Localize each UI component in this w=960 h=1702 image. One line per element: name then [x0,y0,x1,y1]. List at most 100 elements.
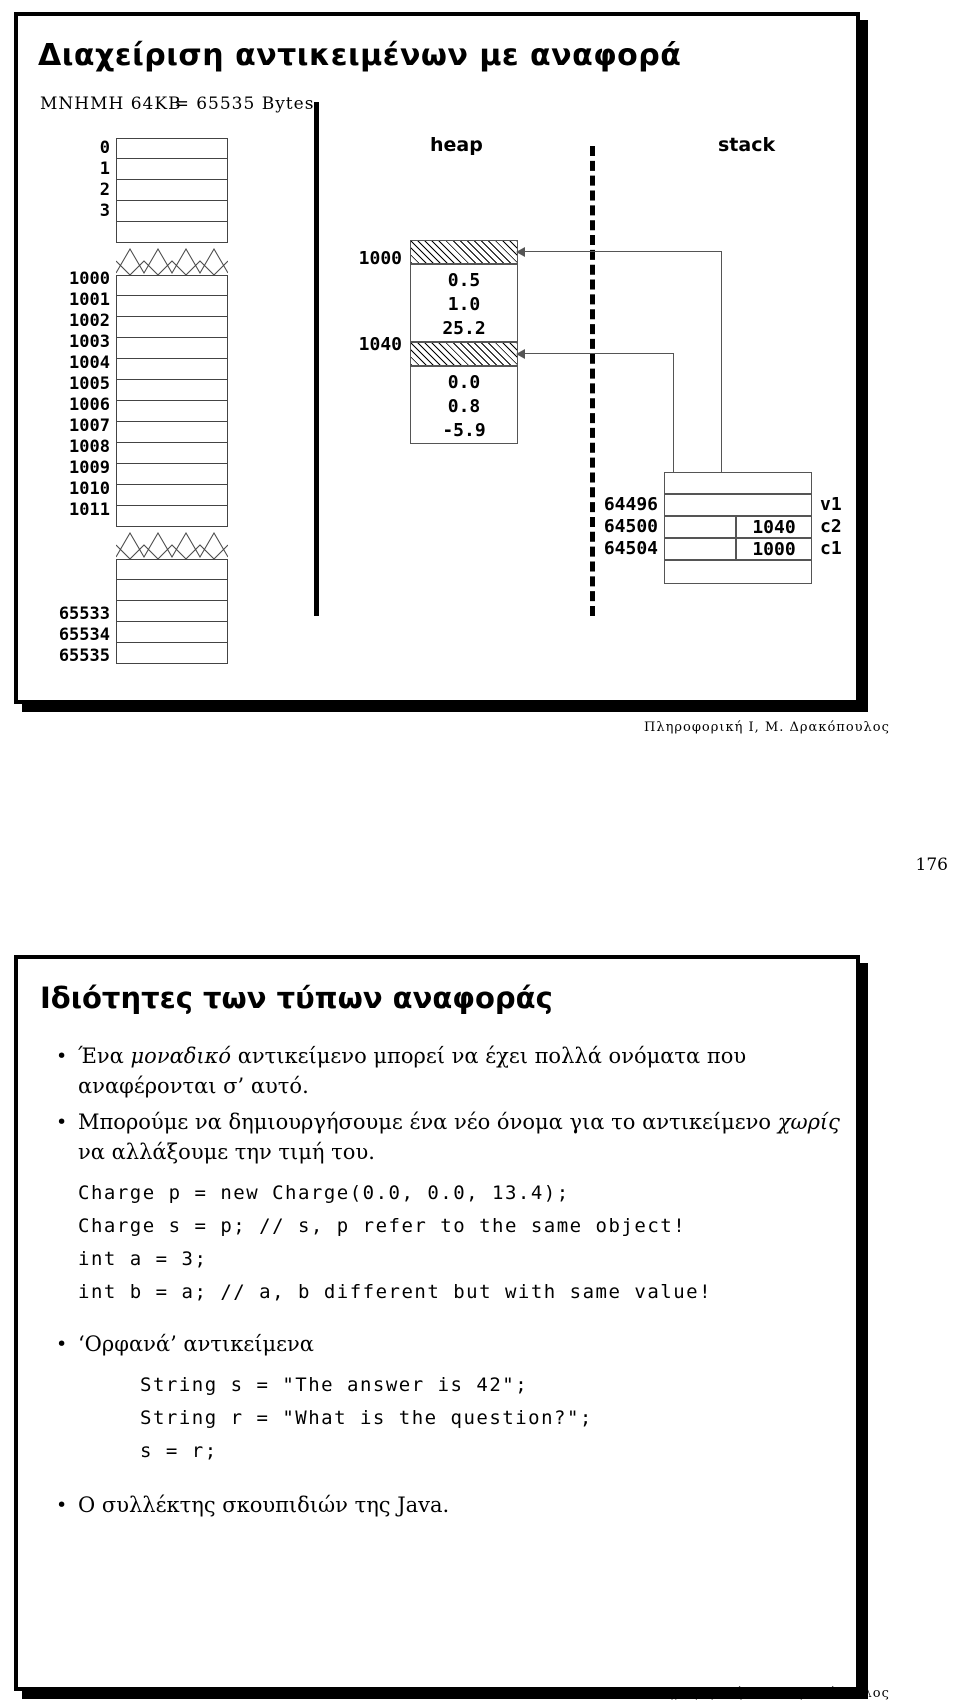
heap-value: 1.0 [447,294,481,315]
slide1-shadow-right [860,20,868,712]
bullet4-text: Ο συλλέκτης σκουπιδιών της Java. [78,1493,450,1517]
memory-cell [116,180,228,201]
memory-label: 3 [99,201,110,221]
bullet3-text: ‘Ορφανά’ αντικείμενα [78,1332,314,1356]
code-block-1: Charge p = new Charge(0.0, 0.0, 13.4); C… [78,1177,844,1309]
stack-header: stack [718,134,776,156]
stack-cell-c1-value: 1000 [736,538,812,560]
stack-address: 64500 [603,516,658,537]
stack-cell-c2-value: 1040 [736,516,812,538]
heap-object-1: 0.5 1.0 25.2 [410,264,518,342]
memory-cell [116,643,228,664]
slide-reference-properties: Ιδιότητες των τύπων αναφοράς Ένα μοναδικ… [14,955,860,1691]
memory-cell [116,622,228,643]
memory-cell [116,580,228,601]
code-block-2: String s = "The answer is 42"; String r … [140,1369,844,1468]
memory-label: 1002 [69,311,110,331]
heap-value: 25.2 [442,318,486,339]
memory-cell [116,138,228,159]
pointer-wire-c2-horizontal [522,353,674,354]
page-number: 176 [915,855,948,875]
bullet1-part-a: Ένα [78,1044,131,1068]
memory-break-zigzag [116,532,228,559]
stack-cell-c2-left [664,516,736,538]
stack-var-name-c1: c1 [820,538,842,559]
memory-cell [116,359,228,380]
memory-label: 65533 [58,604,110,624]
memory-cell [116,559,228,580]
bullet-item-1: Ένα μοναδικό αντικείμενο μπορεί να έχει … [44,1041,844,1101]
code-line: Charge s = p; // s, p refer to the same … [78,1215,687,1237]
slide2-shadow-right [860,963,868,1699]
memory-label: 65535 [58,646,110,666]
heap-value: 0.8 [447,396,481,417]
code-line: int a = 3; [78,1248,208,1270]
memory-address-labels: 0 1 2 3 1000 1001 1002 1003 1004 1005 10… [18,138,110,666]
heap-header-band [410,342,518,366]
slide1-title: Διαχείριση αντικειμένων με αναφορά [38,38,682,73]
stack-cell-c1-left [664,538,736,560]
pointer-wire-c1-vertical [721,251,722,493]
heap-value: -5.9 [442,420,486,441]
pointer-arrow-c2 [516,349,525,359]
memory-label: 1011 [69,500,110,520]
memory-cell [116,464,228,485]
pointer-arrow-c1 [516,247,525,257]
heap-value: 0.0 [447,372,481,393]
memory-label: 65534 [58,625,110,645]
stack-var-name-v1: v1 [820,494,842,515]
heap-address: 1040 [358,334,402,355]
memory-cell [116,506,228,527]
memory-bytes-label: = 65535 Bytes [174,94,315,114]
memory-cell [116,296,228,317]
memory-cell [116,317,228,338]
memory-label: 1006 [69,395,110,415]
slide2-bullet-list: Ένα μοναδικό αντικείμενο μπορεί να έχει … [44,1041,844,1526]
memory-cell [116,201,228,222]
slide1-footer: Πληροφορική Ι, Μ. Δρακόπουλος [644,720,890,735]
memory-cell [116,159,228,180]
bullet-item-4: Ο συλλέκτης σκουπιδιών της Java. [44,1490,844,1520]
memory-label: 2 [99,180,110,200]
stack-address: 64496 [603,494,658,515]
heap-header-band [410,240,518,264]
memory-size-label: ΜΝΗΜΗ 64KB [40,94,182,114]
memory-cell [116,401,228,422]
bullet2-part-a: Μπορούμε να δημιουργήσουμε ένα νέο όνομα… [78,1110,778,1134]
memory-cell [116,485,228,506]
bullet1-emphasis: μοναδικό [130,1044,232,1068]
pointer-wire-c1-horizontal [522,251,722,252]
code-line: s = r; [140,1440,218,1462]
slide2-footer: Πληροφορική Ι, Μ. Δρακόπουλος [644,1686,890,1701]
slide-memory-diagram: Διαχείριση αντικειμένων με αναφορά ΜΝΗΜΗ… [14,12,860,704]
bullet2-emphasis: χωρίς [777,1110,840,1134]
code-line: int b = a; // a, b different but with sa… [78,1281,713,1303]
bullet2-part-b: να αλλάξουμε την τιμή του. [78,1140,375,1164]
memory-cell [116,275,228,296]
memory-label: 1010 [69,479,110,499]
memory-cell [116,222,228,243]
memory-cell [116,380,228,401]
memory-label: 1000 [69,269,110,289]
heap-value: 0.5 [447,270,481,291]
memory-cell [116,601,228,622]
memory-label: 1007 [69,416,110,436]
slide1-shadow-bottom [22,704,868,712]
stack-address: 64504 [603,538,658,559]
heap-object-2: 0.0 0.8 -5.9 [410,366,518,444]
code-line: String r = "What is the question?"; [140,1407,593,1429]
slide1-subtitle: ΜΝΗΜΗ 64KB= 65535 Bytes [40,94,314,114]
stack-value: 1040 [752,517,796,538]
memory-label: 1001 [69,290,110,310]
bullet-item-3: ‘Ορφανά’ αντικείμενα [44,1329,844,1359]
memory-cell [116,443,228,464]
slide2-title: Ιδιότητες των τύπων αναφοράς [40,981,553,1015]
pointer-wire-c2-vertical [673,353,674,473]
memory-break-zigzag [116,248,228,275]
stack-var-name-c2: c2 [820,516,842,537]
stack-cell-empty [664,472,812,494]
memory-label: 1008 [69,437,110,457]
code-line: Charge p = new Charge(0.0, 0.0, 13.4); [78,1182,570,1204]
memory-label: 1003 [69,332,110,352]
stack-cell-v1 [664,494,812,516]
